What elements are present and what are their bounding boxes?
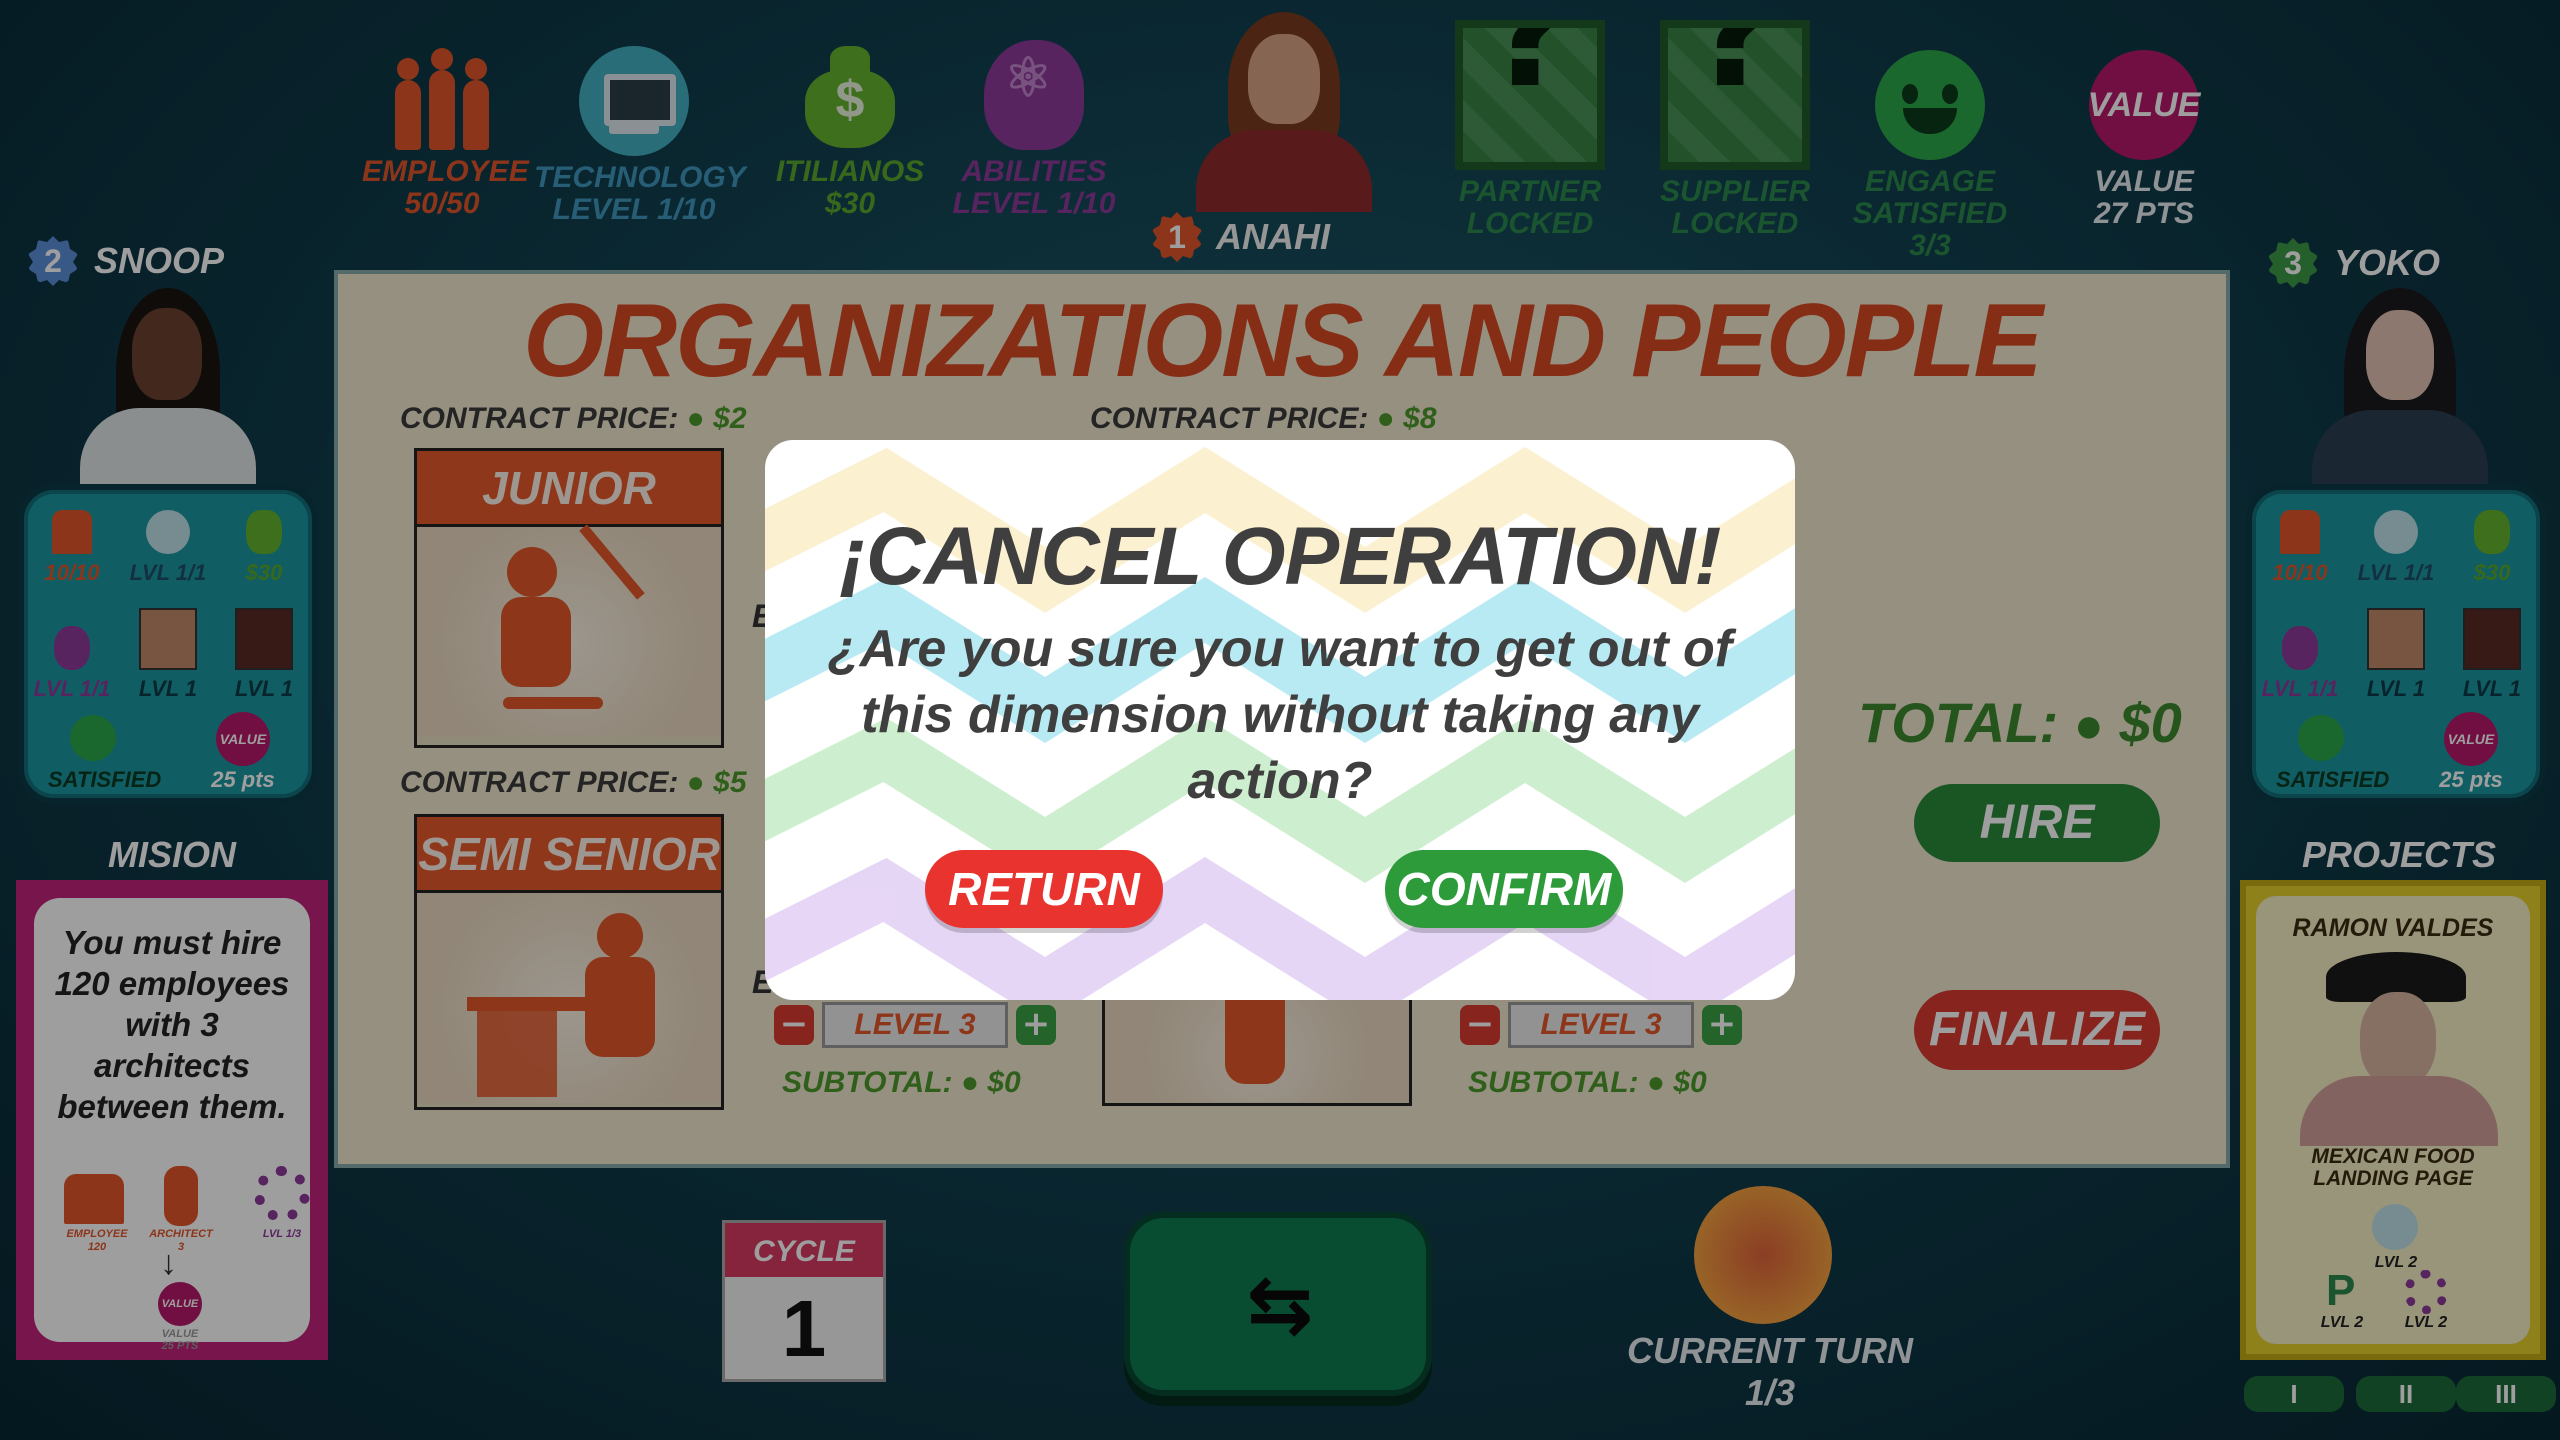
dialog-message: ¿Are you sure you want to get out of thi… [827, 620, 1733, 810]
cancel-operation-dialog: ¡CANCEL OPERATION! ¿Are you sure you wan… [765, 440, 1795, 1000]
return-button[interactable]: RETURN [925, 850, 1163, 928]
dialog-title: ¡CANCEL OPERATION! [839, 511, 1722, 602]
confirm-button[interactable]: CONFIRM [1385, 850, 1623, 928]
